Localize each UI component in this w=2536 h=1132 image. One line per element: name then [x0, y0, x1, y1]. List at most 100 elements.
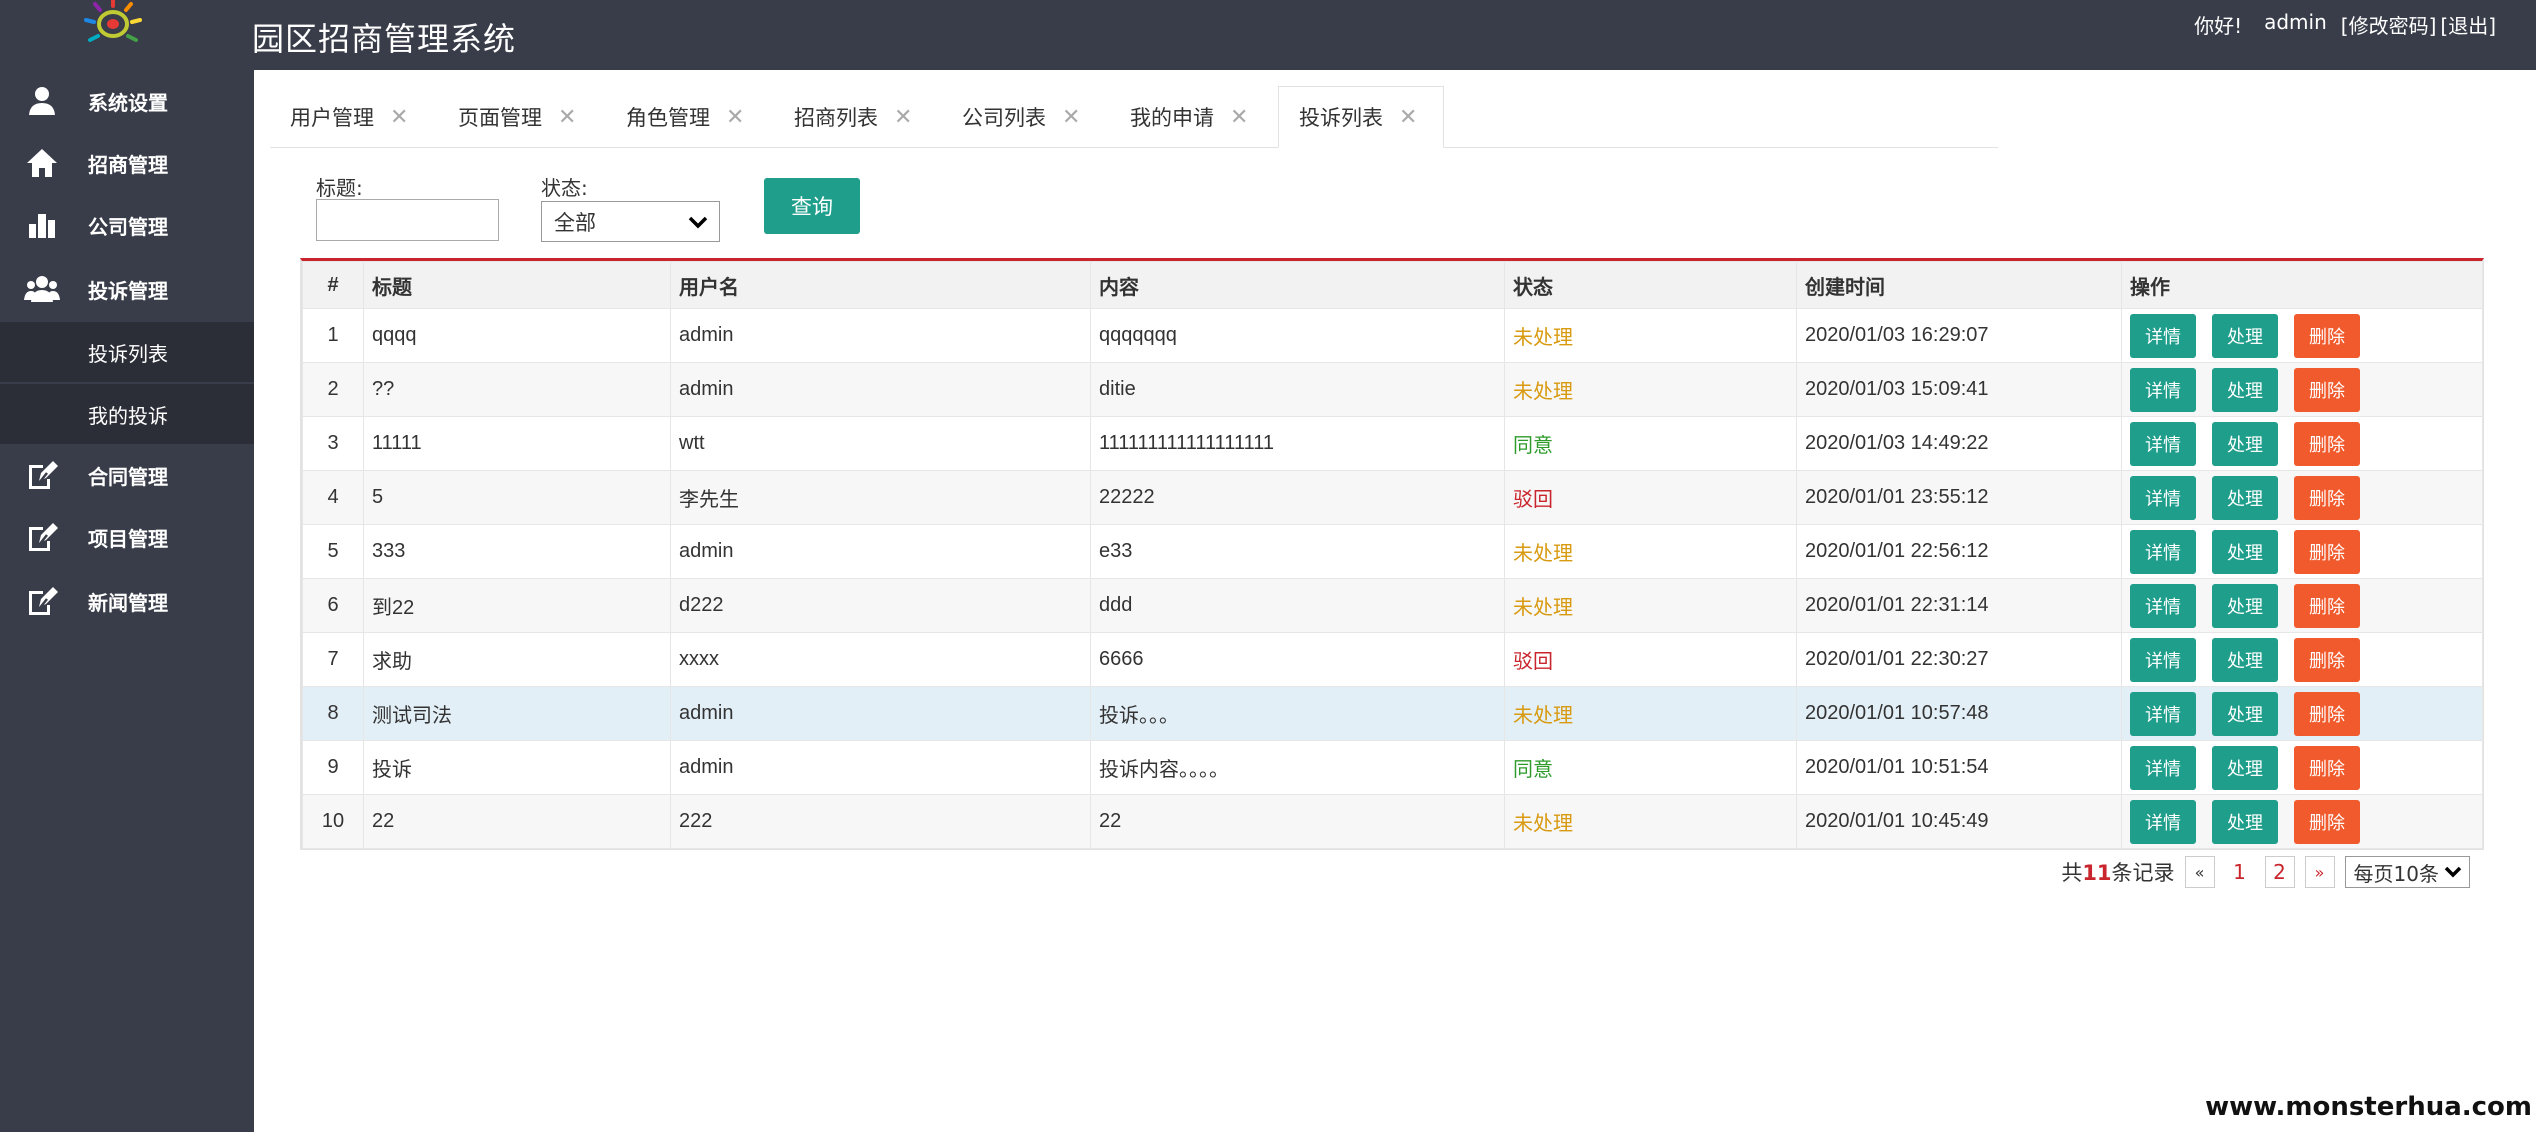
page-size-select[interactable]: 每页10条: [2344, 856, 2470, 888]
row-actions: 详情 处理 删除: [2121, 308, 2483, 363]
row-status: 未处理: [1504, 362, 1797, 417]
record-count: 共11条记录: [2061, 857, 2174, 887]
sidebar-item-label: 系统设置: [88, 90, 168, 115]
detail-button[interactable]: 详情: [2130, 691, 2196, 736]
delete-button[interactable]: 删除: [2294, 313, 2360, 358]
query-button[interactable]: 查询: [764, 178, 860, 234]
row-username: admin: [670, 524, 1091, 579]
sidebar-item-complaint[interactable]: 投诉管理: [0, 258, 254, 320]
sidebar-item-label: 合同管理: [88, 464, 168, 489]
page-2-button[interactable]: 2: [2264, 856, 2295, 888]
delete-button[interactable]: 删除: [2294, 637, 2360, 682]
row-username: wtt: [670, 416, 1091, 471]
handle-button[interactable]: 处理: [2212, 475, 2278, 520]
tab-my-applications[interactable]: 我的申请 ✕: [1130, 86, 1248, 148]
chevron-down-icon: [2443, 862, 2463, 886]
column-header: 状态: [1504, 261, 1797, 309]
tab-company-list[interactable]: 公司列表 ✕: [962, 86, 1080, 148]
close-icon[interactable]: ✕: [726, 105, 744, 130]
row-actions: 详情 处理 删除: [2121, 416, 2483, 471]
status-select[interactable]: 全部: [541, 201, 720, 242]
handle-button[interactable]: 处理: [2212, 313, 2278, 358]
column-header: 内容: [1090, 261, 1505, 309]
action-buttons: 详情 处理 删除: [2130, 583, 2474, 628]
close-icon[interactable]: ✕: [894, 105, 912, 130]
change-password-link[interactable]: [修改密码]: [2341, 10, 2437, 39]
home-icon: [24, 145, 60, 181]
sidebar-subitem-complaint-list[interactable]: 投诉列表: [0, 322, 254, 382]
tab-role-management[interactable]: 角色管理 ✕: [626, 86, 744, 148]
tab-user-management[interactable]: 用户管理 ✕: [290, 86, 408, 148]
logout-link[interactable]: [退出]: [2440, 10, 2496, 39]
row-created-time: 2020/01/01 10:45:49: [1796, 794, 2122, 849]
close-icon[interactable]: ✕: [558, 105, 576, 130]
row-content: e33: [1090, 524, 1505, 579]
handle-button[interactable]: 处理: [2212, 637, 2278, 682]
handle-button[interactable]: 处理: [2212, 799, 2278, 844]
tab-investment-list[interactable]: 招商列表 ✕: [794, 86, 912, 148]
row-username: d222: [670, 578, 1091, 633]
tab-page-management[interactable]: 页面管理 ✕: [458, 86, 576, 148]
detail-button[interactable]: 详情: [2130, 745, 2196, 790]
row-content: ddd: [1090, 578, 1505, 633]
delete-button[interactable]: 删除: [2294, 691, 2360, 736]
detail-button[interactable]: 详情: [2130, 529, 2196, 574]
title-search-input[interactable]: [316, 199, 499, 241]
table-row: 7 求助 xxxx 6666 驳回 2020/01/01 22:30:27 详情 处理 删除: [302, 632, 2483, 687]
handle-button[interactable]: 处理: [2212, 745, 2278, 790]
close-icon[interactable]: ✕: [390, 105, 408, 130]
delete-button[interactable]: 删除: [2294, 475, 2360, 520]
row-title: 测试司法: [363, 686, 671, 741]
complaint-table: # 标题 用户名 内容 状态 创建时间 操作 1 qqqq admin qqqqqqq…: [300, 258, 2484, 850]
tab-label: 用户管理: [290, 106, 374, 130]
delete-button[interactable]: 删除: [2294, 421, 2360, 466]
next-page-button[interactable]: »: [2304, 856, 2335, 888]
chevron-down-icon: [687, 212, 709, 237]
sidebar-item-company[interactable]: 公司管理: [0, 194, 254, 256]
close-icon[interactable]: ✕: [1230, 105, 1248, 130]
close-icon[interactable]: ✕: [1399, 105, 1417, 130]
detail-button[interactable]: 详情: [2130, 799, 2196, 844]
row-number: 8: [302, 686, 364, 741]
handle-button[interactable]: 处理: [2212, 421, 2278, 466]
detail-button[interactable]: 详情: [2130, 421, 2196, 466]
detail-button[interactable]: 详情: [2130, 475, 2196, 520]
delete-button[interactable]: 删除: [2294, 529, 2360, 574]
action-buttons: 详情 处理 删除: [2130, 421, 2474, 466]
sidebar: 系统设置 招商管理 公司管理 投诉管理 投诉列表 我的投诉 合同管理 项目管理: [0, 70, 254, 1132]
table-header-row: # 标题 用户名 内容 状态 创建时间 操作: [302, 261, 2483, 309]
detail-button[interactable]: 详情: [2130, 637, 2196, 682]
page-1-button[interactable]: 1: [2224, 856, 2255, 888]
row-username: admin: [670, 686, 1091, 741]
row-actions: 详情 处理 删除: [2121, 524, 2483, 579]
delete-button[interactable]: 删除: [2294, 583, 2360, 628]
handle-button[interactable]: 处理: [2212, 691, 2278, 736]
row-status: 同意: [1504, 740, 1797, 795]
sidebar-item-contract[interactable]: 合同管理: [0, 444, 254, 506]
detail-button[interactable]: 详情: [2130, 367, 2196, 412]
row-status: 未处理: [1504, 794, 1797, 849]
handle-button[interactable]: 处理: [2212, 367, 2278, 412]
row-username: 李先生: [670, 470, 1091, 525]
title-filter-label: 标题:: [316, 176, 363, 200]
tab-complaint-list[interactable]: 投诉列表 ✕: [1278, 86, 1445, 148]
prev-page-button[interactable]: «: [2184, 856, 2215, 888]
sidebar-item-system-settings[interactable]: 系统设置: [0, 70, 254, 132]
close-icon[interactable]: ✕: [1062, 105, 1080, 130]
action-buttons: 详情 处理 删除: [2130, 367, 2474, 412]
handle-button[interactable]: 处理: [2212, 583, 2278, 628]
table-row: 9 投诉 admin 投诉内容。。。。 同意 2020/01/01 10:51:54 详情处…: [302, 740, 2483, 795]
sidebar-item-project[interactable]: 项目管理: [0, 506, 254, 568]
sidebar-subitem-my-complaints[interactable]: 我的投诉: [0, 384, 254, 444]
row-created-time: 2020/01/01 10:51:54: [1796, 740, 2122, 795]
handle-button[interactable]: 处理: [2212, 529, 2278, 574]
column-header: 标题: [363, 261, 671, 309]
sidebar-item-investment[interactable]: 招商管理: [0, 132, 254, 194]
detail-button[interactable]: 详情: [2130, 313, 2196, 358]
sidebar-item-news[interactable]: 新闻管理: [0, 570, 254, 632]
delete-button[interactable]: 删除: [2294, 799, 2360, 844]
delete-button[interactable]: 删除: [2294, 745, 2360, 790]
delete-button[interactable]: 删除: [2294, 367, 2360, 412]
sidebar-item-label: 投诉管理: [88, 278, 168, 303]
detail-button[interactable]: 详情: [2130, 583, 2196, 628]
